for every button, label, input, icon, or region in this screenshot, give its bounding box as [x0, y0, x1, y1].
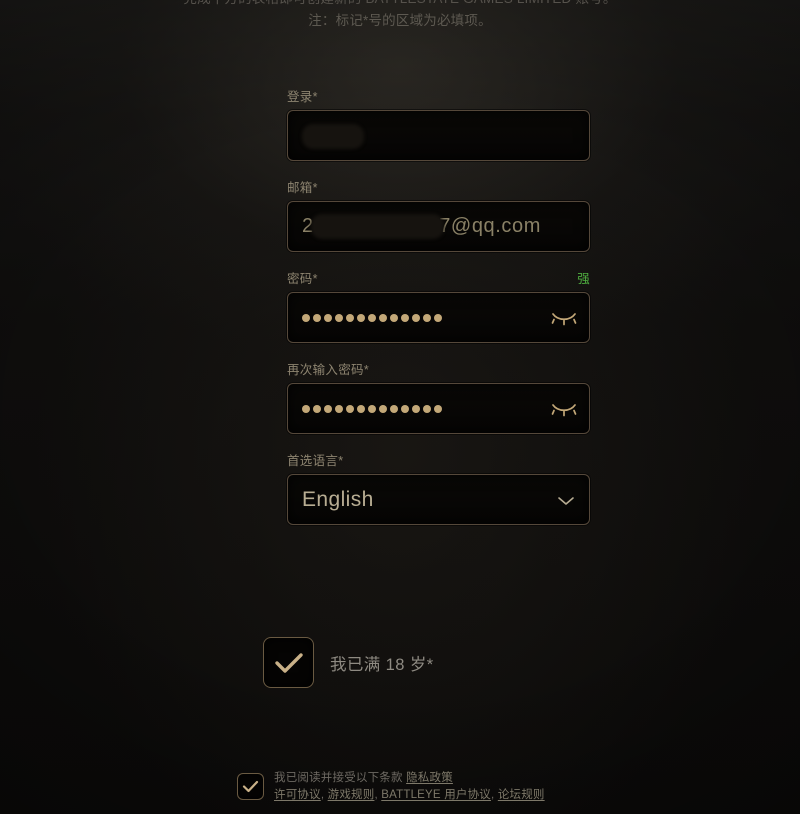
terms-separator: , [374, 789, 378, 801]
registration-form: 登录* 邮箱* 2XXXXXXXXX7@qq.com 密码* 强 [287, 86, 590, 541]
terms-intro: 我已阅读并接受以下条款 [274, 772, 403, 784]
email-value-prefix: 2 [302, 215, 314, 237]
required-mark: * [338, 454, 344, 468]
terms-line-1: 我已阅读并接受以下条款 隐私政策 [274, 770, 545, 787]
login-redaction-overlay [302, 124, 364, 149]
check-icon [274, 652, 303, 673]
field-password-header: 密码* 强 [287, 268, 590, 286]
terms-consent-checkbox[interactable] [237, 773, 264, 800]
registration-page: 完成下方的表格即可创建新的 BATTLESTATE GAMES LIMITED … [0, 0, 800, 814]
check-icon [242, 780, 259, 793]
password-strength-badge: 强 [577, 272, 590, 286]
field-password: 密码* 强 [287, 268, 590, 343]
field-password-confirm-header: 再次输入密码* [287, 359, 590, 377]
password-confirm-input[interactable] [287, 383, 590, 434]
link-license-agreement[interactable]: 许可协议 [274, 789, 321, 801]
terms-separator: , [491, 789, 495, 801]
intro-line-primary: 完成下方的表格即可创建新的 BATTLESTATE GAMES LIMITED … [0, 0, 800, 10]
field-language: 首选语言* English [287, 450, 590, 525]
terms-line-2: 许可协议, 游戏规则, BATTLEYE 用户协议, 论坛规则 [274, 787, 545, 804]
age-consent-row: 我已满 18 岁* [263, 637, 434, 688]
password-masked-value [288, 313, 442, 322]
field-password-label: 密码* [287, 272, 318, 286]
intro-text: 完成下方的表格即可创建新的 BATTLESTATE GAMES LIMITED … [0, 0, 800, 32]
login-input[interactable] [287, 110, 590, 161]
eye-closed-icon[interactable] [551, 308, 577, 328]
field-language-label: 首选语言* [287, 454, 344, 468]
terms-consent-text: 我已阅读并接受以下条款 隐私政策 许可协议, 游戏规则, BATTLEYE 用户… [274, 768, 545, 804]
required-mark: * [363, 363, 369, 377]
eye-closed-icon[interactable] [551, 399, 577, 419]
field-email: 邮箱* 2XXXXXXXXX7@qq.com [287, 177, 590, 252]
language-select[interactable]: English [287, 474, 590, 525]
terms-separator: , [320, 789, 325, 801]
required-mark: * [426, 655, 434, 674]
terms-consent-row: 我已阅读并接受以下条款 隐私政策 许可协议, 游戏规则, BATTLEYE 用户… [237, 768, 657, 804]
field-password-confirm: 再次输入密码* [287, 359, 590, 434]
password-input[interactable] [287, 292, 590, 343]
password-confirm-masked-value [288, 404, 442, 413]
link-forum-rules[interactable]: 论坛规则 [498, 789, 545, 801]
intro-line-note: 注：标记*号的区域为必填项。 [308, 13, 492, 28]
required-mark: * [312, 181, 318, 195]
field-language-header: 首选语言* [287, 450, 590, 468]
age-consent-checkbox[interactable] [263, 637, 314, 688]
field-password-confirm-label: 再次输入密码* [287, 363, 369, 377]
email-value-suffix: 7@qq.com [439, 215, 542, 237]
link-game-rules[interactable]: 游戏规则 [328, 789, 375, 801]
email-input-value: 2XXXXXXXXX7@qq.com [288, 215, 541, 238]
field-email-label: 邮箱* [287, 181, 318, 195]
age-consent-label: 我已满 18 岁* [330, 655, 434, 674]
language-select-value: English [302, 487, 374, 511]
field-email-header: 邮箱* [287, 177, 590, 195]
link-privacy-policy[interactable]: 隐私政策 [406, 772, 453, 784]
link-battleye-user-agreement[interactable]: BATTLEYE 用户协议 [381, 789, 491, 801]
field-login: 登录* [287, 86, 590, 161]
required-mark: * [312, 272, 318, 286]
chevron-down-icon[interactable] [557, 494, 575, 506]
email-input[interactable]: 2XXXXXXXXX7@qq.com [287, 201, 590, 252]
field-login-label: 登录* [287, 90, 318, 104]
required-mark: * [312, 90, 318, 104]
field-login-header: 登录* [287, 86, 590, 104]
